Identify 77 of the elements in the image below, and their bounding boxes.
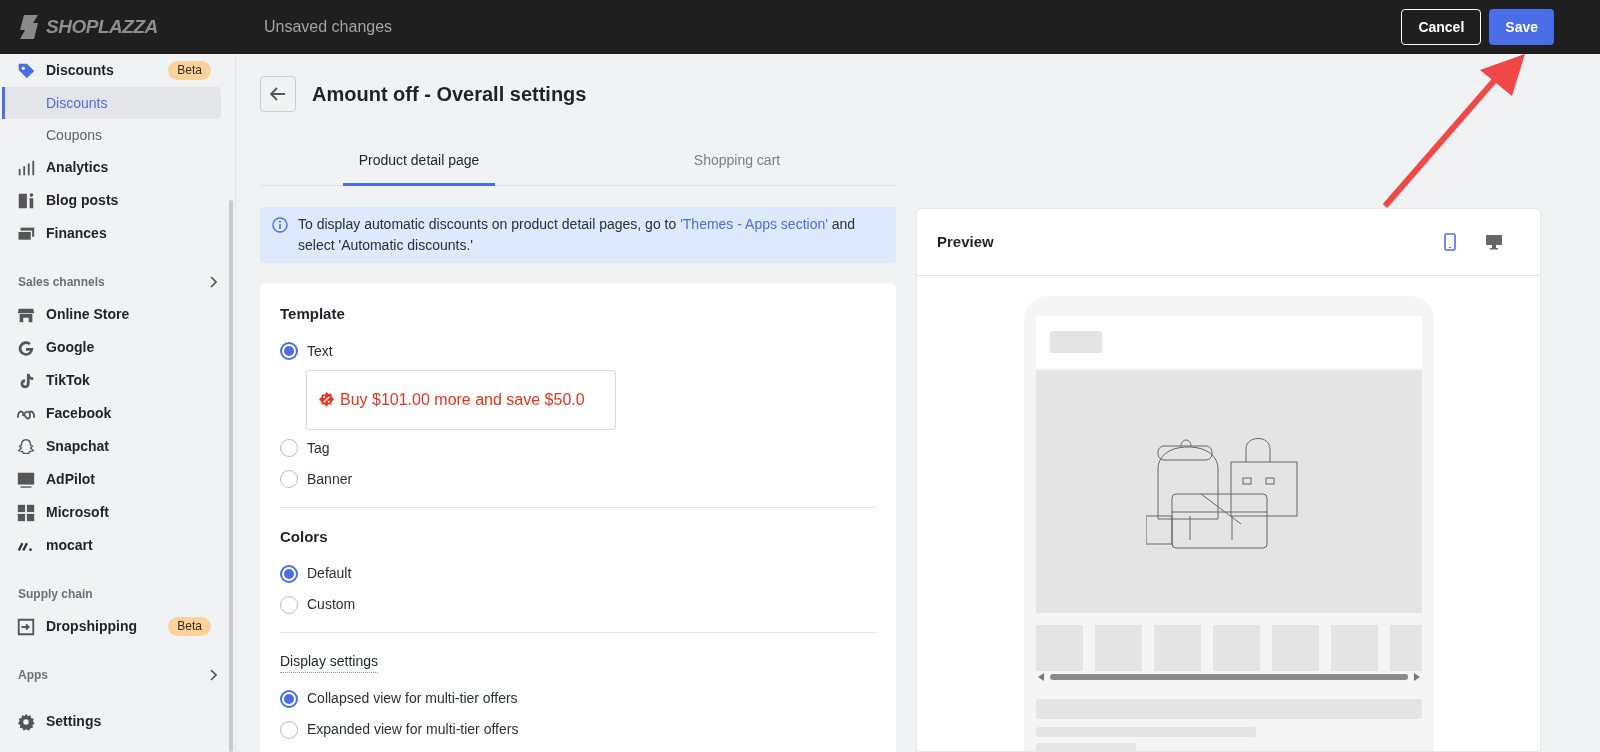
sidebar-item[interactable]: Dropshipping Beta: [2, 610, 221, 643]
chevron-right-icon[interactable]: [209, 668, 217, 681]
sidebar-item[interactable]: Snapchat: [2, 430, 221, 463]
sidebar-item-label: Online Store: [46, 305, 130, 324]
option-label: Text: [307, 341, 333, 361]
option-label: Default: [307, 564, 352, 583]
save-button[interactable]: Save: [1489, 9, 1554, 45]
unsaved-changes-label: Unsaved changes: [263, 17, 393, 37]
import-icon: [16, 616, 36, 637]
option-label: Expanded view for multi-tier offers: [307, 720, 519, 739]
sidebar-item-label: Snapchat: [46, 437, 109, 456]
section-heading: Sales channels: [18, 273, 105, 291]
option-label: Custom: [307, 595, 356, 614]
sidebar-item[interactable]: Google: [2, 331, 221, 364]
option-label: Tag: [307, 438, 330, 458]
discount-badge-icon: [319, 392, 334, 407]
sidebar-item[interactable]: Online Store: [2, 298, 221, 331]
sidebar-item[interactable]: Analytics: [2, 151, 221, 184]
back-button[interactable]: [260, 76, 296, 112]
section-heading: Supply chain: [18, 585, 93, 603]
sidebar-subitem[interactable]: Coupons: [2, 119, 221, 151]
preview-title: Preview: [937, 231, 994, 252]
sidebar-item-label: TikTok: [46, 371, 90, 390]
info-icon: [272, 217, 288, 233]
radio-button[interactable]: [280, 689, 298, 708]
skeleton-block: [1049, 331, 1102, 353]
sidebar-item[interactable]: Blog posts: [2, 184, 221, 217]
sidebar-item-label: Microsoft: [46, 503, 109, 522]
sidebar-item[interactable]: TikTok: [2, 364, 221, 397]
tab[interactable]: Product detail page: [260, 144, 578, 185]
settings-icon: [16, 711, 36, 732]
sidebar-item-label: mocart: [46, 536, 93, 555]
radio-button[interactable]: [280, 342, 298, 360]
sidebar-item-label: Discounts: [46, 61, 114, 80]
info-message: To display automatic discounts on product detail pages, go to 'Themes - Apps section' and select 'Automatic discounts.': [298, 215, 857, 255]
sidebar-item-label: Dropshipping: [46, 617, 137, 636]
sidebar-item-label: Google: [46, 338, 95, 357]
scroll-right-icon[interactable]: [1413, 673, 1420, 681]
sidebar-item-label: Analytics: [46, 158, 109, 177]
sidebar-item-label: AdPilot: [46, 470, 95, 489]
tooltip-label: Display settings: [280, 651, 379, 673]
beta-badge: Beta: [168, 61, 211, 80]
ghost-icon: [16, 436, 36, 457]
cancel-button[interactable]: Cancel: [1401, 9, 1482, 45]
scrollbar-thumb[interactable]: [1049, 674, 1408, 680]
sidebar-subitem[interactable]: Discounts: [2, 87, 221, 119]
sidebar-item-label: Finances: [46, 224, 107, 243]
section-title: Template: [280, 304, 345, 324]
discount-message: Buy $101.00 more and save $50.0: [340, 389, 585, 410]
sidebar-item-label: Settings: [46, 712, 102, 731]
sidebar-item[interactable]: Microsoft: [2, 496, 221, 529]
sidebar-item-label: Facebook: [46, 404, 112, 423]
back-arrow-icon: [270, 87, 286, 101]
logo-wordmark: SHOPLAZZA: [46, 14, 158, 39]
sidebar-item-label: Blog posts: [46, 191, 119, 210]
sidebar-item[interactable]: Discounts Beta: [2, 54, 221, 87]
option-label: Collapsed view for multi-tier offers: [307, 689, 518, 708]
tab[interactable]: Shopping cart: [578, 144, 896, 185]
scrollbar-thumb[interactable]: [229, 200, 233, 752]
page-title: Amount off - Overall settings: [312, 82, 587, 107]
active-indicator: [2, 87, 5, 119]
beta-badge: Beta: [168, 617, 211, 636]
chevron-right-icon[interactable]: [209, 275, 217, 288]
sidebar-item[interactable]: mocart: [2, 529, 221, 562]
radio-button[interactable]: [280, 564, 298, 583]
section-title: Colors: [280, 526, 328, 547]
option-label: Banner: [307, 469, 353, 489]
themes-apps-link[interactable]: 'Themes - Apps section': [680, 216, 828, 232]
sidebar-item[interactable]: Facebook: [2, 397, 221, 430]
section-heading: Apps: [18, 666, 48, 684]
grid-icon: [16, 502, 36, 523]
sidebar-item[interactable]: AdPilot: [2, 463, 221, 496]
scroll-left-icon[interactable]: [1037, 673, 1044, 681]
sidebar-item[interactable]: Settings: [2, 705, 221, 738]
document-icon: [16, 190, 36, 211]
sidebar-item[interactable]: Finances: [2, 217, 221, 250]
logo-icon: [18, 14, 40, 40]
